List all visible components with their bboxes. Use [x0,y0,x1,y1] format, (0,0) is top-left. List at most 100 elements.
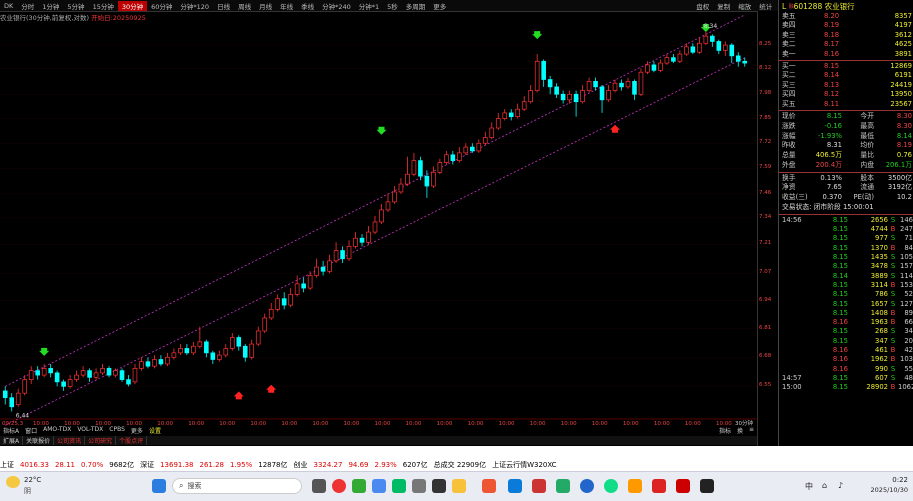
clock-date[interactable]: 2025/10/30 [858,486,908,494]
app-icon-1[interactable] [352,479,366,493]
order-label: 卖三 [782,30,796,39]
price-tick-label: 7.21 [759,240,772,247]
indicator-tab[interactable]: CPBS [106,426,128,435]
app-icon-6[interactable] [482,479,496,493]
candle [80,366,86,378]
bottom-tab[interactable]: 公司资讯 [54,436,86,445]
indicator-tab[interactable]: AMO-TDX [40,426,74,435]
app-icon-4[interactable] [412,479,426,493]
indicator-tool[interactable]: 指标 [716,426,734,435]
bottom-tab[interactable]: 扩展A [0,436,24,445]
app-icon-9[interactable] [556,479,570,493]
clock-time[interactable]: 0:22 [862,476,908,484]
candle [489,122,495,140]
period-tab[interactable]: 分钟*1 [355,1,383,11]
indicator-tab[interactable]: 指标A [0,426,22,435]
app-icon-5[interactable] [432,479,446,493]
indicator-tool[interactable]: ≡ [746,426,757,435]
candle [722,41,728,56]
ime-indicator[interactable]: 中 [805,481,813,492]
period-tab[interactable]: 周线 [234,1,255,11]
app-icon-2[interactable] [372,479,386,493]
tick-side: S [890,290,896,299]
tick-count: 1062 [898,383,913,392]
indicator-tab[interactable]: 窗口 [22,426,40,435]
stock-name[interactable]: 农业银行 [825,1,855,12]
search-box[interactable]: ⌕ 搜索 [172,478,302,494]
candle [528,85,533,104]
period-tab[interactable]: 30分钟 [117,0,148,11]
candle [664,54,670,65]
toolbar-logo-icon[interactable]: DK [0,2,17,10]
period-tab[interactable]: 日线 [213,1,234,11]
period-tab[interactable]: 5秒 [383,1,402,11]
app-icon-3[interactable] [392,479,406,493]
candle [366,226,371,245]
tick-list[interactable]: 14:56 8.15 2656 S 146 8.15 4744 B 247 8.15 977 S 71 8… [779,216,913,393]
index-name[interactable]: 深证 [140,460,154,470]
volume-icon[interactable]: ♪ [838,481,843,490]
tick-side: B [890,225,896,234]
indicator-tab[interactable]: 设置 [146,426,164,435]
candle [171,348,177,360]
period-tab[interactable]: 多周期 [402,1,430,11]
channel-lower-line[interactable] [5,57,745,426]
bottom-tab[interactable]: 关联报价 [23,436,55,445]
candle [132,363,138,385]
browser-icon[interactable] [332,479,346,493]
tick-price: 8.15 [832,215,848,224]
candle [651,61,657,73]
tick-time [782,365,812,374]
channel-upper-line[interactable] [5,14,745,387]
tick-row: 8.16 1962 B 103 [779,355,913,364]
index-name[interactable]: 上证 [0,460,14,470]
bottom-tab[interactable]: 个股点评 [116,436,148,445]
toolbar-tool[interactable]: 盘权 [692,1,713,11]
period-tab[interactable]: 更多 [429,1,450,11]
period-tab[interactable]: 季线 [297,1,318,11]
period-tab[interactable]: 15分钟 [89,1,118,11]
period-tab[interactable]: 60分钟 [147,1,176,11]
index-name[interactable]: 创业 [294,460,308,470]
toolbar-tool[interactable]: 复制 [713,1,734,11]
index-amount: 12878亿 [258,461,288,469]
index-percent: 1.95% [229,461,253,469]
period-tab[interactable]: 1分钟 [38,1,63,11]
app-icon-15[interactable] [700,479,714,493]
order-volume: 24419 [890,80,912,89]
tick-price: 8.16 [832,346,848,355]
order-price: 8.17 [824,40,840,49]
task-view-icon[interactable] [312,479,326,493]
toolbar-tool[interactable]: 统计 [755,1,776,11]
period-tab[interactable]: 年线 [276,1,297,11]
app-icon-12[interactable] [628,479,642,493]
period-tab[interactable]: 分时 [17,1,38,11]
toolbar-tool[interactable]: 缩放 [734,1,755,11]
app-icon-13[interactable] [652,479,666,493]
period-tab[interactable]: 5分钟 [63,1,88,11]
app-icon-8[interactable] [532,479,546,493]
app-icon-7[interactable] [508,479,522,493]
order-label: 买二 [782,71,796,80]
indicator-tab[interactable]: VOL-TDX [74,426,106,435]
period-tab[interactable]: 分钟*240 [318,1,355,11]
indicator-tool[interactable]: 换 [734,426,746,435]
network-icon[interactable]: ⌂ [822,481,827,490]
candle [15,388,21,407]
indicator-tab[interactable]: 更多 [128,426,146,435]
quote-label: 内盘 [860,160,874,169]
app-icon-11[interactable] [604,479,618,493]
start-icon[interactable] [152,479,166,493]
period-tab[interactable]: 月线 [255,1,276,11]
order-price: 8.15 [824,61,840,70]
candlestick-chart[interactable]: 6.448.3409/25,3 10:00 10:00 10:00 10:00 10:00… [0,11,757,435]
app-icon-10[interactable] [580,479,594,493]
index-change: 28.11 [54,461,75,469]
tick-row: 8.15 268 S 34 [779,327,913,336]
app-icon-14[interactable] [676,479,690,493]
bottom-tab[interactable]: 公司研究 [85,436,117,445]
weather-temp: 22°C [24,476,42,484]
windows-taskbar: 22°C 阴 ⌕ 搜索 中 ⌂ ♪ 0:22 2025/10/30 [0,471,913,501]
period-tab[interactable]: 分钟*120 [176,1,213,11]
folder-icon[interactable] [452,479,466,493]
